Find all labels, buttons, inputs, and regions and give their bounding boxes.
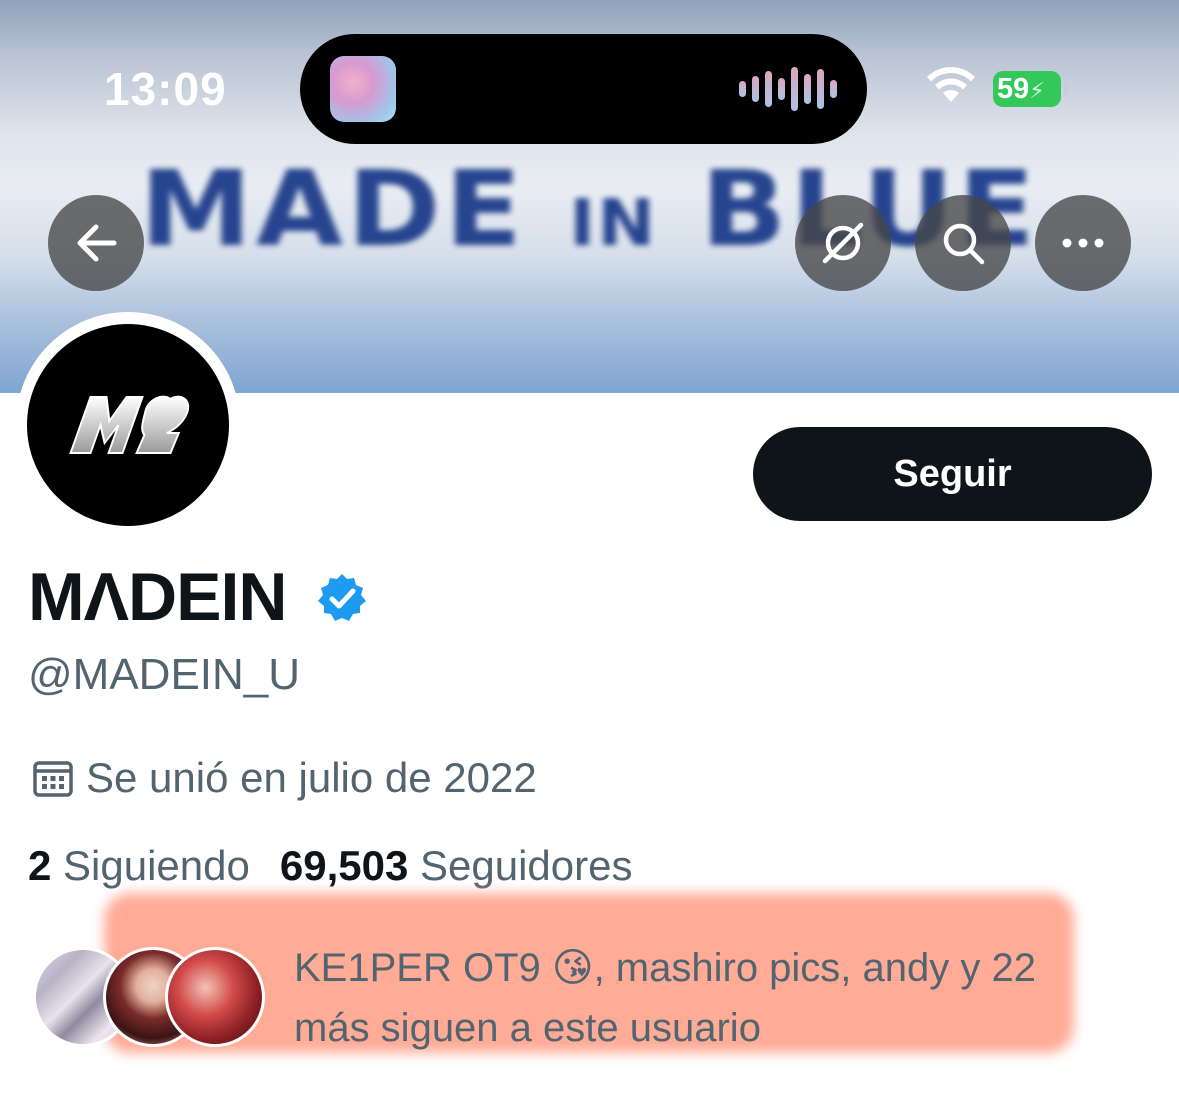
profile-handle: @MADEIN_U — [28, 650, 301, 699]
calendar-icon — [33, 761, 73, 797]
follow-stats: 2 Siguiendo 69,503 Seguidores — [28, 842, 632, 890]
battery-level: 59 — [997, 73, 1030, 105]
join-date: Se unió en julio de 2022 — [86, 754, 537, 801]
now-playing-artwork — [330, 56, 396, 122]
audio-waveform-icon — [739, 66, 837, 112]
search-button[interactable] — [915, 195, 1011, 291]
more-icon — [1062, 238, 1104, 248]
followers-label: Seguidores — [420, 842, 633, 889]
search-icon — [943, 223, 985, 265]
battery-icon: 59⚡ — [993, 71, 1061, 107]
arrow-left-icon — [77, 224, 117, 262]
verified-badge-icon — [318, 574, 366, 621]
battery-cap — [1064, 83, 1068, 95]
avatar[interactable] — [27, 324, 229, 526]
following-label: Siguiendo — [63, 842, 250, 889]
followers-count: 69,503 — [279, 842, 409, 889]
wifi-icon — [927, 67, 975, 102]
follow-button[interactable]: Seguir — [753, 427, 1152, 521]
back-button[interactable] — [48, 195, 144, 291]
madein-logo-icon — [69, 395, 190, 454]
dynamic-island[interactable] — [300, 34, 867, 144]
followers-you-know[interactable]: KE1PER OT9 😘, mashiro pics, andy y 22 má… — [294, 938, 1084, 1058]
slashed-circle-icon — [822, 222, 864, 264]
more-button[interactable] — [1035, 195, 1131, 291]
following-link[interactable]: 2 Siguiendo — [28, 842, 250, 889]
followers-link[interactable]: 69,503 Seguidores — [280, 842, 633, 889]
following-count: 2 — [28, 842, 52, 889]
follower-avatar[interactable] — [165, 947, 265, 1047]
display-name: MΛDEIN — [28, 559, 287, 635]
grok-button[interactable] — [795, 195, 891, 291]
status-time: 13:09 — [104, 63, 227, 115]
